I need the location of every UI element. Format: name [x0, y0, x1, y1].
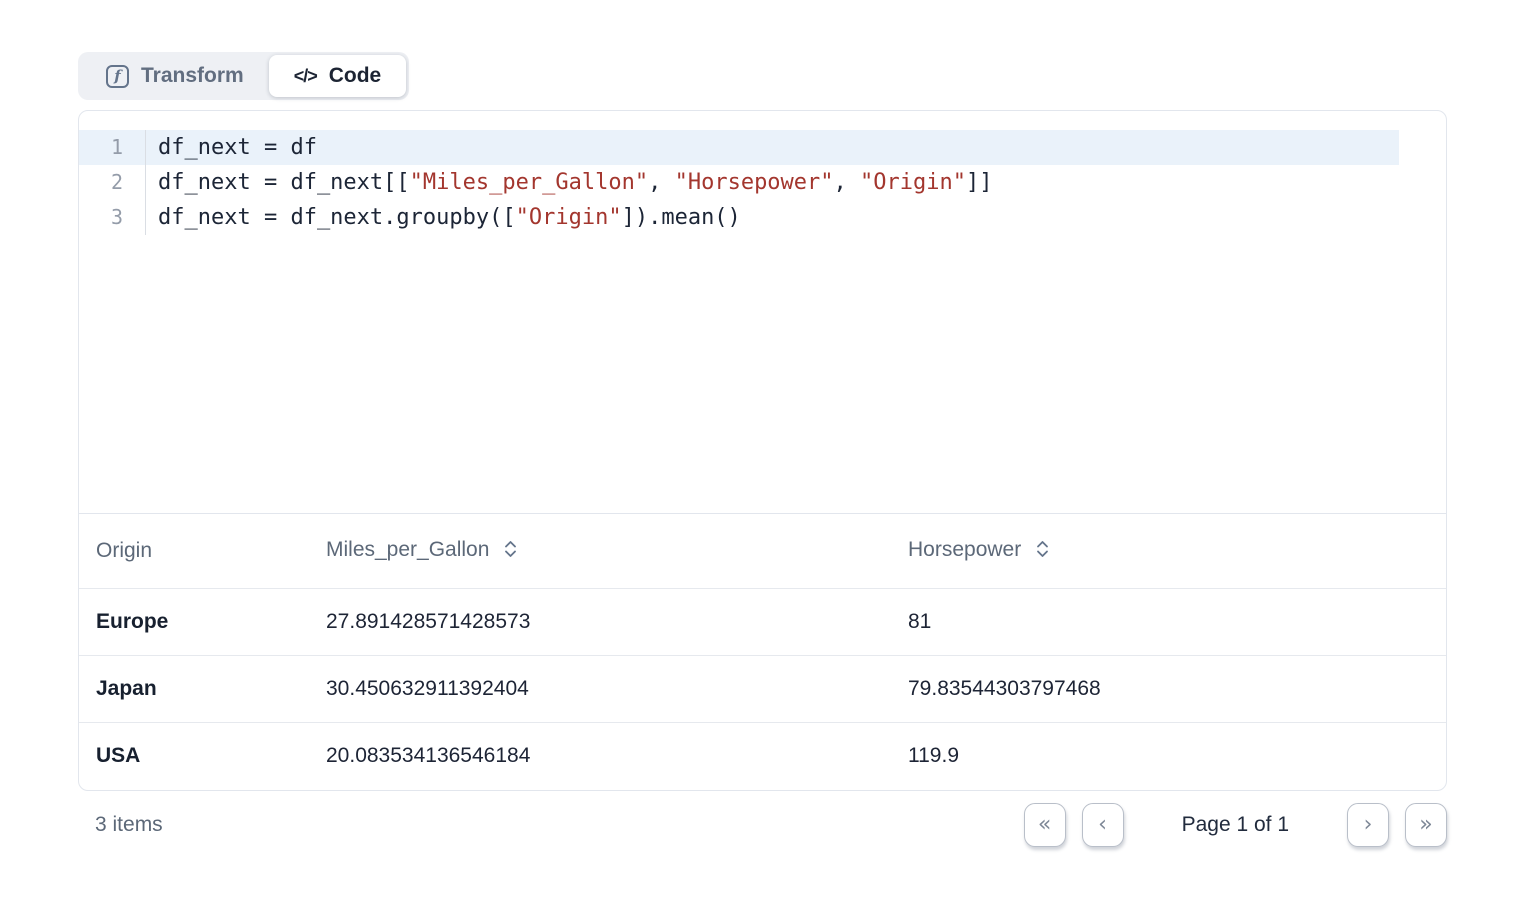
- table-row: Europe 27.891428571428573 81: [79, 589, 1446, 656]
- string-token: "Miles_per_Gallon": [410, 170, 648, 195]
- first-page-button[interactable]: «: [1024, 803, 1066, 847]
- tab-code[interactable]: </> Code: [269, 55, 407, 97]
- string-token: "Origin": [516, 205, 622, 230]
- line-number: 1: [79, 130, 146, 165]
- column-header-miles-per-gallon[interactable]: Miles_per_Gallon: [309, 514, 891, 589]
- double-chevron-left-icon: «: [1038, 814, 1051, 836]
- double-chevron-right-icon: »: [1419, 814, 1432, 836]
- pagination: « ‹ Page 1 of 1 › »: [1024, 803, 1447, 847]
- column-header-label: Horsepower: [908, 538, 1021, 561]
- chevron-right-icon: ›: [1364, 814, 1373, 836]
- code-token: ,: [648, 170, 675, 195]
- cell-origin: Europe: [79, 589, 309, 656]
- result-table: Origin Miles_per_Gallon Horsepower Europ…: [79, 513, 1446, 790]
- page-indicator: Page 1 of 1: [1182, 813, 1289, 837]
- function-icon: f: [106, 65, 129, 88]
- table-row: USA 20.083534136546184 119.9: [79, 723, 1446, 790]
- code-line[interactable]: 3 df_next = df_next.groupby(["Origin"]).…: [79, 200, 1399, 235]
- sort-icon[interactable]: [1035, 539, 1050, 565]
- items-count: 3 items: [78, 813, 163, 837]
- cell-origin: Japan: [79, 656, 309, 723]
- column-header-origin: Origin: [79, 514, 309, 589]
- string-token: "Horsepower": [675, 170, 834, 195]
- line-number: 2: [79, 165, 146, 200]
- tab-transform-label: Transform: [141, 64, 244, 88]
- code-token: df_next = df_next[[: [158, 170, 410, 195]
- code-token: ,: [834, 170, 861, 195]
- table-header-row: Origin Miles_per_Gallon Horsepower: [79, 514, 1446, 589]
- string-token: "Origin": [860, 170, 966, 195]
- column-header-label: Miles_per_Gallon: [326, 538, 489, 561]
- code-token: df_next = df: [158, 135, 317, 160]
- cell-horsepower: 81: [891, 589, 1446, 656]
- view-toggle-group: f Transform </> Code: [78, 52, 409, 100]
- chevron-left-icon: ‹: [1098, 814, 1107, 836]
- column-header-horsepower[interactable]: Horsepower: [891, 514, 1446, 589]
- code-line[interactable]: 1 df_next = df: [79, 130, 1399, 165]
- next-page-button[interactable]: ›: [1347, 803, 1389, 847]
- cell-miles-per-gallon: 20.083534136546184: [309, 723, 891, 790]
- code-editor[interactable]: 1 df_next = df 2 df_next = df_next[["Mil…: [79, 111, 1446, 513]
- cell-miles-per-gallon: 27.891428571428573: [309, 589, 891, 656]
- cell-origin: USA: [79, 723, 309, 790]
- table-footer: 3 items « ‹ Page 1 of 1 › »: [78, 803, 1447, 847]
- last-page-button[interactable]: »: [1405, 803, 1447, 847]
- code-line[interactable]: 2 df_next = df_next[["Miles_per_Gallon",…: [79, 165, 1399, 200]
- code-token: ]).mean(): [622, 205, 741, 230]
- code-token: df_next = df_next.groupby([: [158, 205, 516, 230]
- tab-transform[interactable]: f Transform: [81, 55, 269, 97]
- tab-code-label: Code: [329, 64, 382, 88]
- previous-page-button[interactable]: ‹: [1082, 803, 1124, 847]
- cell-miles-per-gallon: 30.450632911392404: [309, 656, 891, 723]
- code-icon: </>: [294, 66, 317, 87]
- column-header-label: Origin: [96, 539, 152, 562]
- line-number: 3: [79, 200, 146, 235]
- code-token: ]]: [966, 170, 993, 195]
- cell-horsepower: 79.83544303797468: [891, 656, 1446, 723]
- sort-icon[interactable]: [503, 539, 518, 565]
- table-row: Japan 30.450632911392404 79.835443037974…: [79, 656, 1446, 723]
- cell-horsepower: 119.9: [891, 723, 1446, 790]
- transform-panel: 1 df_next = df 2 df_next = df_next[["Mil…: [78, 110, 1447, 791]
